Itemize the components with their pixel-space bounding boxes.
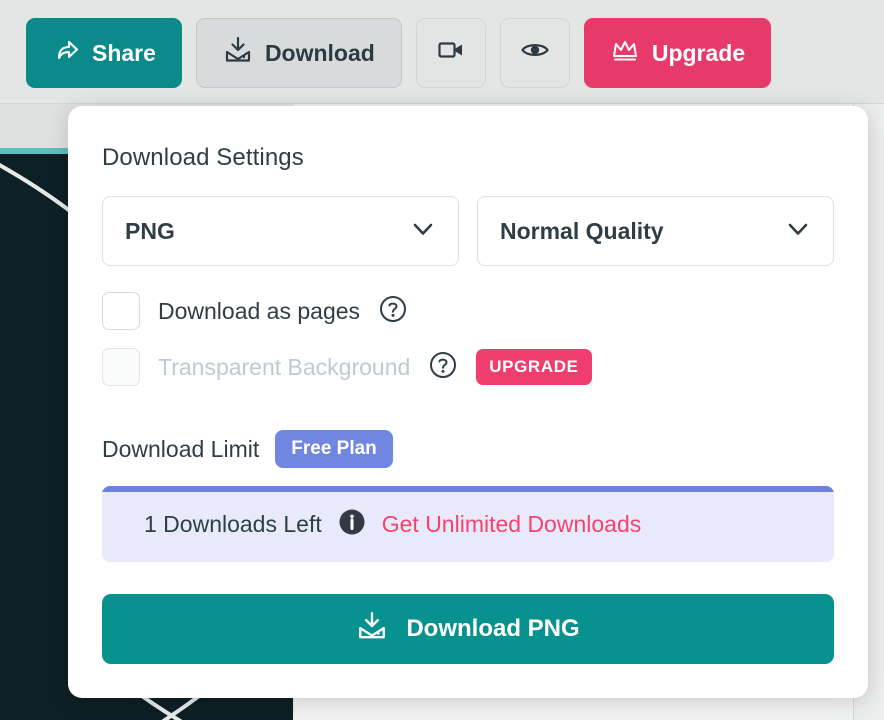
info-icon[interactable]	[338, 508, 366, 541]
chevron-down-icon	[410, 216, 436, 247]
get-unlimited-downloads-link[interactable]: Get Unlimited Downloads	[382, 511, 642, 538]
crown-icon	[610, 35, 640, 71]
transparent-background-upgrade-badge[interactable]: UPGRADE	[476, 349, 592, 385]
download-png-button[interactable]: Download PNG	[102, 594, 834, 664]
quality-select-value: Normal Quality	[500, 217, 664, 244]
download-limit-banner: 1 Downloads Left Get Unlimited Downloads	[102, 486, 834, 562]
upgrade-button-label: Upgrade	[651, 39, 746, 66]
upgrade-button[interactable]: Upgrade	[583, 18, 772, 88]
quality-select[interactable]: Normal Quality	[477, 196, 834, 266]
option-transparent-background: Transparent Background UPGRADE	[102, 348, 834, 386]
download-limit-progress-bar	[102, 486, 834, 492]
download-limit-label: Download Limit	[102, 435, 260, 462]
top-toolbar: Share Download Upgrade	[0, 0, 884, 104]
download-settings-panel: Download Settings PNG Normal Quality Dow…	[68, 106, 868, 698]
format-select-value: PNG	[125, 217, 175, 244]
video-camera-icon	[436, 35, 466, 71]
transparent-background-checkbox	[102, 348, 140, 386]
share-button[interactable]: Share	[26, 18, 182, 88]
download-as-pages-checkbox[interactable]	[102, 292, 140, 330]
option-download-as-pages: Download as pages	[102, 292, 834, 330]
app-root: Share Download Upgrade Download Settings…	[0, 0, 884, 720]
format-select[interactable]: PNG	[102, 196, 459, 266]
eye-icon	[520, 35, 550, 71]
download-button[interactable]: Download	[195, 18, 402, 88]
help-icon[interactable]	[428, 350, 458, 385]
download-as-pages-label: Download as pages	[158, 297, 361, 324]
panel-title: Download Settings	[102, 144, 304, 171]
plan-badge: Free Plan	[275, 430, 393, 468]
share-button-label: Share	[92, 39, 156, 66]
download-png-button-label: Download PNG	[406, 615, 580, 642]
download-limit-row: Download Limit Free Plan	[102, 430, 834, 468]
toolbar-button-group: Share Download Upgrade	[26, 18, 772, 88]
download-tray-icon	[223, 35, 253, 71]
format-quality-row: PNG Normal Quality	[102, 196, 834, 266]
chevron-down-icon	[785, 216, 811, 247]
downloads-left-text: 1 Downloads Left	[144, 510, 322, 537]
download-button-label: Download	[264, 39, 375, 66]
help-icon[interactable]	[378, 294, 408, 329]
record-video-button[interactable]	[415, 18, 486, 88]
share-icon	[52, 36, 80, 70]
transparent-background-label: Transparent Background	[158, 353, 411, 380]
download-tray-icon	[356, 610, 388, 649]
preview-button[interactable]	[499, 18, 570, 88]
